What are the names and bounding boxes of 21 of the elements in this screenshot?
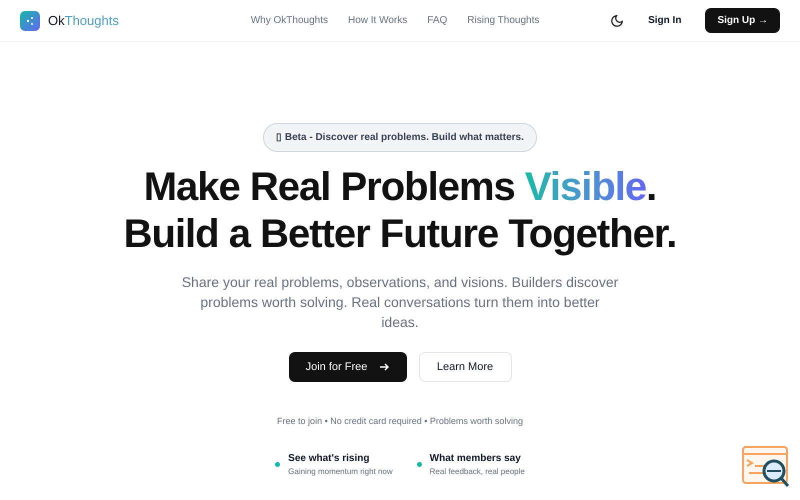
nav-link[interactable]: How It Works: [348, 13, 408, 28]
feature-subtitle: Real feedback, real people: [430, 466, 525, 478]
nav-link[interactable]: Why OkThoughts: [250, 13, 328, 28]
benefits-note: Free to join • No credit card required • Problems worth solving: [277, 415, 523, 428]
feature-title: What members say: [430, 452, 522, 466]
arrow-right-icon: [379, 362, 390, 372]
join-button[interactable]: Join for Free: [288, 352, 406, 382]
subtitle: Share your real problems, observations, and visions. Builders discover problems worth solving. Real conversations turn them into better ideas.: [180, 273, 620, 332]
moon-icon[interactable]: [610, 14, 624, 28]
sign-up-button[interactable]: Sign Up →: [705, 8, 780, 33]
headline: Make Real Problems Visible. Build a Better Future Together.: [124, 164, 676, 258]
nav-link[interactable]: FAQ: [427, 13, 448, 28]
learn-more-button[interactable]: Learn More: [418, 352, 512, 382]
logo-icon: [20, 10, 40, 30]
nav-link[interactable]: Rising Thoughts: [467, 13, 540, 28]
search-document-icon[interactable]: [741, 445, 791, 489]
feature-subtitle: Gaining momentum right now: [288, 466, 393, 478]
sign-in-link[interactable]: Sign In: [640, 13, 690, 28]
brand-name[interactable]: OkThoughts: [48, 10, 119, 30]
feature-title: See what's rising: [288, 452, 370, 466]
beta-badge: ▯ Beta - Discover real problems. Build what matters.: [263, 123, 537, 152]
